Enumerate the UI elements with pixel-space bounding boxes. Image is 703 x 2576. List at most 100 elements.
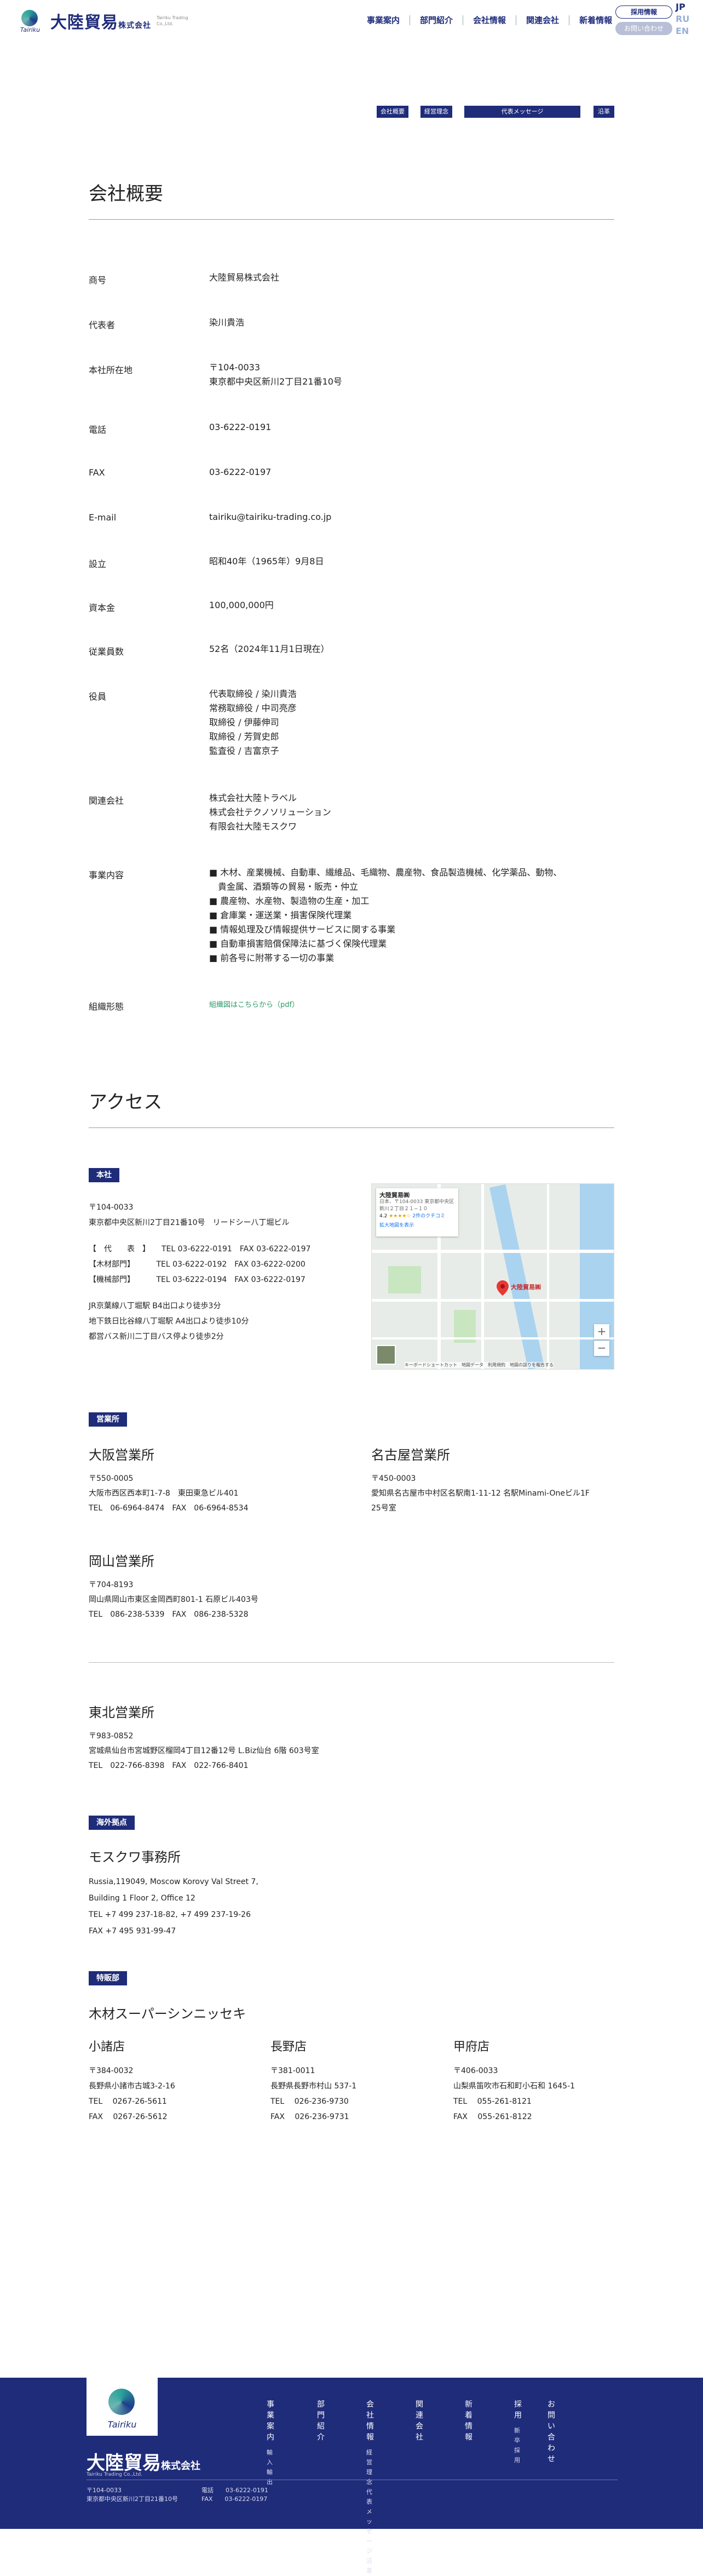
footer-link-recruit[interactable]: 採用: [514, 2398, 522, 2420]
row-label-email: E-mail: [89, 512, 117, 523]
row-label-employees: 従業員数: [89, 646, 124, 657]
row-label-capital: 資本金: [89, 603, 116, 613]
map-zoom-in-button[interactable]: +: [594, 1324, 609, 1339]
nav-company[interactable]: 会社情報: [463, 15, 516, 25]
map-credits: キーボードショートカット 地図データ 利用規約 地図の誤りを報告する: [405, 1362, 554, 1368]
okayama-office-title: 岡山営業所: [89, 1554, 154, 1569]
nav-news[interactable]: 新着情報: [569, 15, 622, 25]
map-info-card: 大陸貿易㈱ 日本、〒104-0033 東京都中央区新川２丁目２１−１０ 4.2 …: [376, 1188, 458, 1237]
site-header: Tairiku 大陸貿易株式会社 Tairiku Trading Co.,Ltd…: [0, 0, 703, 55]
nav-business[interactable]: 事業案内: [357, 15, 410, 25]
footer-col-affiliates: 関連会社: [416, 2398, 423, 2448]
row-value-employees: 52名（2024年11月1日現在）: [209, 644, 330, 654]
row-label-rep: 代表者: [89, 320, 116, 330]
footer-company-name: 大陸貿易株式会社: [87, 2448, 200, 2475]
nagoya-office-title: 名古屋営業所: [371, 1447, 450, 1463]
footer-company-en: Tairiku Trading Co.,Ltd.: [87, 2472, 143, 2477]
tab-message[interactable]: 代表メッセージ: [464, 106, 580, 118]
lang-ru[interactable]: RU: [676, 13, 698, 25]
footer-name-text: 大陸貿易: [87, 2452, 161, 2474]
kofu-store-info: 〒406-0033 山梨県笛吹市石和町小石和 1645-1 TEL 055-261-…: [453, 2066, 575, 2121]
footer-link-departments[interactable]: 部門紹介: [317, 2398, 325, 2442]
footer-link-history[interactable]: 沿革: [366, 2556, 374, 2576]
google-map[interactable]: 大陸貿易㈱ 日本、〒104-0033 東京都中央区新川２丁目２１−１０ 4.2 …: [371, 1183, 614, 1370]
footer-col-business: 事業案内 輸入 輸出: [267, 2398, 274, 2487]
logo-name-text: 大陸貿易: [50, 13, 118, 32]
row-value-founded: 昭和40年（1965年）9月8日: [209, 556, 324, 566]
map-stars: ★★★★☆: [389, 1213, 411, 1219]
map-reviews-link[interactable]: 2件のクチコミ: [412, 1213, 445, 1219]
hq-info: 〒104-0033 東京都中央区新川2丁目21番10号 リードシー八丁堀ビル 【…: [89, 1203, 311, 1341]
row-value-fax: 03-6222-0197: [209, 467, 272, 477]
komoro-store-title: 小諸店: [89, 2040, 125, 2054]
okayama-office-info: 〒704-8193 岡山県岡山市東区金岡西町801-1 石原ビル403号 TEL 0…: [89, 1581, 258, 1619]
footer-link-affiliates[interactable]: 関連会社: [416, 2398, 423, 2442]
footer-logo-romaji: Tairiku: [107, 2419, 137, 2430]
nagano-store-title: 長野店: [270, 2040, 307, 2054]
row-value-name: 大陸貿易株式会社: [209, 272, 280, 283]
footer-link-news[interactable]: 新着情報: [465, 2398, 472, 2442]
access-title: アクセス: [89, 1091, 163, 1113]
nav-affiliates[interactable]: 関連会社: [516, 15, 569, 25]
recruit-button[interactable]: 採用情報: [615, 5, 672, 19]
footer-link-business[interactable]: 事業案内: [267, 2398, 274, 2442]
map-pin-icon[interactable]: [497, 1280, 509, 1296]
footer-col-departments: 部門紹介: [317, 2398, 325, 2448]
row-label-business: 事業内容: [89, 870, 124, 880]
org-chart-link[interactable]: 組織図はこちらから（pdf）: [209, 998, 299, 1012]
row-label-org: 組織形態: [89, 1001, 124, 1012]
footer-link-company[interactable]: 会社情報: [366, 2398, 374, 2442]
hq-badge: 本社: [89, 1168, 119, 1182]
moscow-office-info: Russia,119049, Moscow Korovy Val Street …: [89, 1877, 258, 1936]
row-value-email[interactable]: tairiku@tairiku-trading.co.jp: [209, 510, 331, 524]
row-label-fax: FAX: [89, 467, 105, 478]
footer-link-export[interactable]: 輸出: [267, 2468, 274, 2487]
footer-link-contact[interactable]: お問い合わせ: [548, 2398, 555, 2464]
sales-badge: 営業所: [89, 1412, 127, 1427]
contact-button[interactable]: お問い合わせ: [615, 22, 672, 35]
nav-departments[interactable]: 部門紹介: [410, 15, 463, 25]
lang-jp[interactable]: JP: [676, 1, 698, 13]
osaka-office-title: 大阪営業所: [89, 1447, 154, 1463]
tab-history[interactable]: 沿革: [593, 106, 614, 118]
footer-logo[interactable]: Tairiku: [87, 2378, 158, 2436]
map-satellite-toggle[interactable]: [376, 1345, 396, 1365]
tohoku-office-title: 東北営業所: [89, 1705, 154, 1720]
map-zoom-out-button[interactable]: −: [594, 1341, 609, 1356]
logo-mark-icon: Tairiku: [16, 9, 44, 33]
logo-name: 大陸貿易株式会社: [50, 9, 151, 33]
tohoku-office-info: 〒983-0852 宮城県仙台市宮城野区榴岡4丁目12番12号 L.Biz仙台 6…: [89, 1732, 319, 1770]
footer-col-company: 会社情報経営理念 代表メッセージ 沿革: [366, 2398, 374, 2576]
tab-overview[interactable]: 会社概要: [377, 106, 408, 118]
footer-link-new-grad[interactable]: 新卒採用: [514, 2426, 522, 2465]
map-rating: 4.2: [379, 1213, 388, 1219]
footer-col-contact: お問い合わせ: [548, 2398, 555, 2470]
footer-address: 〒104-0033 東京都中央区新川2丁目21番10号: [87, 2487, 178, 2503]
moscow-office-title: モスクワ事務所: [89, 1850, 181, 1865]
komoro-store-info: 〒384-0032 長野県小諸市古城3-2-16 TEL 0267-26-5611 F…: [89, 2066, 175, 2121]
footer-link-philosophy[interactable]: 経営理念: [366, 2448, 374, 2487]
site-logo[interactable]: Tairiku 大陸貿易株式会社 Tairiku Trading Co.,Ltd…: [16, 9, 195, 33]
nagoya-office-info: 〒450-0003 愛知県名古屋市中村区名駅南1-11-12 名駅Minami-O…: [371, 1474, 590, 1513]
osaka-office-info: 〒550-0005 大阪市西区西本町1-7-8 東田東急ビル401 TEL 06-6…: [89, 1474, 249, 1513]
footer-link-import[interactable]: 輸入: [267, 2448, 274, 2468]
row-label-name: 商号: [89, 275, 107, 285]
footer-col-news: 新着情報: [465, 2398, 472, 2448]
footer-link-message[interactable]: 代表メッセージ: [366, 2487, 374, 2556]
row-value-tel: 03-6222-0191: [209, 422, 272, 432]
row-value-hq: 〒104-0033 東京都中央区新川2丁目21番10号: [209, 362, 342, 387]
footer-col-recruit: 採用 新卒採用: [514, 2398, 522, 2465]
map-pin-label: 大陸貿易㈱: [511, 1284, 541, 1291]
row-value-rep: 染川貴浩: [209, 317, 245, 328]
footer-logo-mark-icon: [108, 2389, 135, 2415]
agency-badge: 特販部: [89, 1971, 127, 1985]
logo-romaji: Tairiku: [20, 26, 41, 33]
lang-en[interactable]: EN: [676, 25, 698, 37]
access-divider: [89, 1127, 614, 1128]
row-value-affiliates: 株式会社大陸トラベル 株式会社テクノソリューション 有限会社大陸モスクワ: [209, 793, 331, 832]
map-enlarge-link[interactable]: 拡大地図を表示: [379, 1222, 455, 1229]
row-label-tel: 電話: [89, 425, 107, 435]
tab-philosophy[interactable]: 経営理念: [420, 106, 452, 118]
row-label-founded: 設立: [89, 559, 107, 569]
main-nav: 事業案内 部門紹介 会社情報 関連会社 新着情報: [357, 15, 622, 25]
